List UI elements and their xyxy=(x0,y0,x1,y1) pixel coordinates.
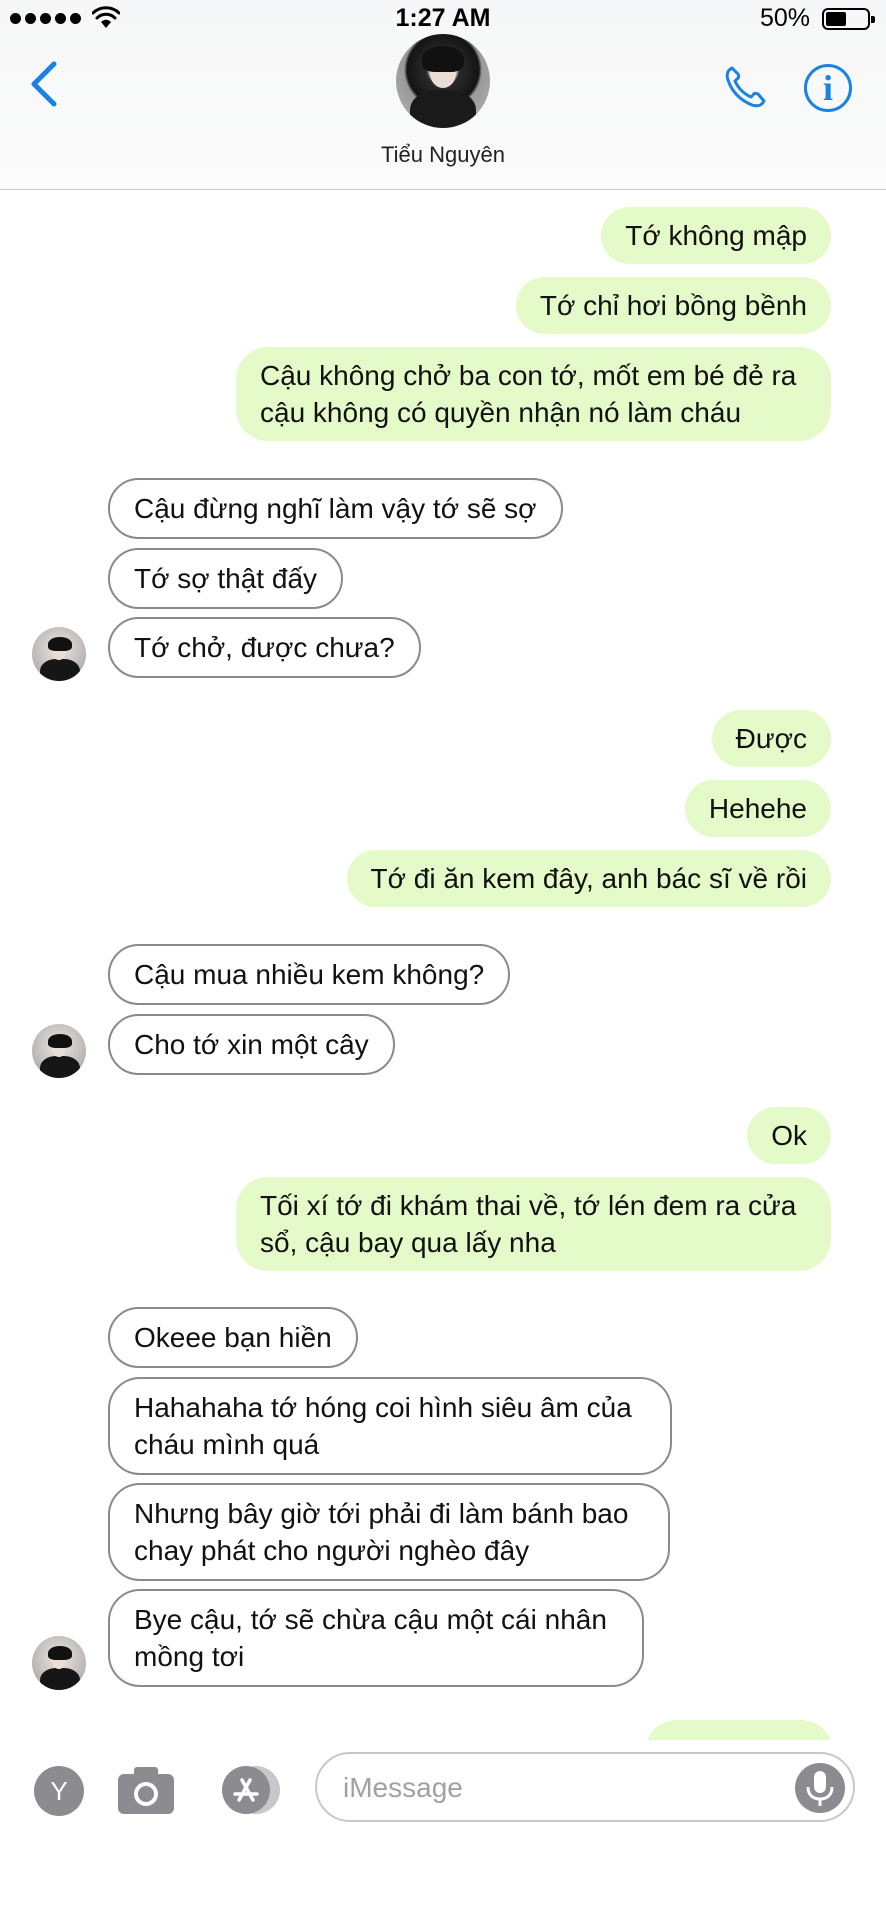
contact-name[interactable]: Tiểu Nguyên xyxy=(0,142,886,168)
received-message[interactable]: Bye cậu, tớ sẽ chừa cậu một cái nhân mồn… xyxy=(108,1589,644,1687)
sender-avatar[interactable] xyxy=(32,1636,86,1690)
status-time: 1:27 AM xyxy=(395,4,491,32)
sent-message[interactable]: Ok xyxy=(747,1107,831,1164)
sent-message[interactable]: Tớ chỉ hơi bồng bềnh xyxy=(515,277,831,334)
microphone-icon[interactable] xyxy=(795,1763,845,1813)
sent-message[interactable]: Được xyxy=(711,710,831,767)
received-message[interactable]: Okeee bạn hiền xyxy=(108,1307,358,1368)
info-icon[interactable]: i xyxy=(804,64,852,112)
sent-message[interactable]: Tớ không mập xyxy=(601,207,831,264)
imessage-placeholder: iMessage xyxy=(343,1772,463,1803)
sent-message[interactable]: Tối xí tớ đi khám thai về, tớ lén đem ra… xyxy=(236,1177,831,1271)
contact-avatar[interactable] xyxy=(396,34,490,128)
received-message[interactable]: Tớ sợ thật đấy xyxy=(108,548,344,609)
received-message[interactable]: Cho tớ xin một cây xyxy=(108,1014,395,1075)
input-bar: Y iMessage xyxy=(0,1740,886,1920)
sender-avatar[interactable] xyxy=(32,1024,86,1078)
received-message[interactable]: Nhưng bây giờ tới phải đi làm bánh bao c… xyxy=(108,1483,670,1581)
battery-icon xyxy=(822,8,875,30)
status-bar: 1:27 AM 50% xyxy=(0,0,886,38)
phone-icon[interactable] xyxy=(720,62,770,112)
app-store-icon[interactable] xyxy=(214,1764,284,1816)
received-message[interactable]: Cậu mua nhiều kem không? xyxy=(108,944,511,1005)
imessage-input[interactable]: iMessage xyxy=(315,1752,855,1822)
sent-message[interactable]: Tớ đi ăn kem đây, anh bác sĩ về rồi xyxy=(346,850,831,907)
received-message[interactable]: Cậu đừng nghĩ làm vậy tớ sẽ sợ xyxy=(108,478,563,539)
received-message[interactable]: Hahahaha tớ hóng coi hình siêu âm của ch… xyxy=(108,1377,672,1475)
sent-message[interactable]: Cậu không chở ba con tớ, mốt em bé đẻ ra… xyxy=(236,347,831,441)
y-app-button[interactable]: Y xyxy=(34,1766,84,1816)
sent-message[interactable]: Hehehe xyxy=(684,780,831,837)
back-chevron-icon[interactable] xyxy=(26,58,62,110)
received-message[interactable]: Tớ chở, được chưa? xyxy=(108,617,421,678)
sender-avatar[interactable] xyxy=(32,627,86,681)
battery-percent: 50% xyxy=(759,4,810,32)
camera-icon[interactable] xyxy=(116,1764,176,1816)
